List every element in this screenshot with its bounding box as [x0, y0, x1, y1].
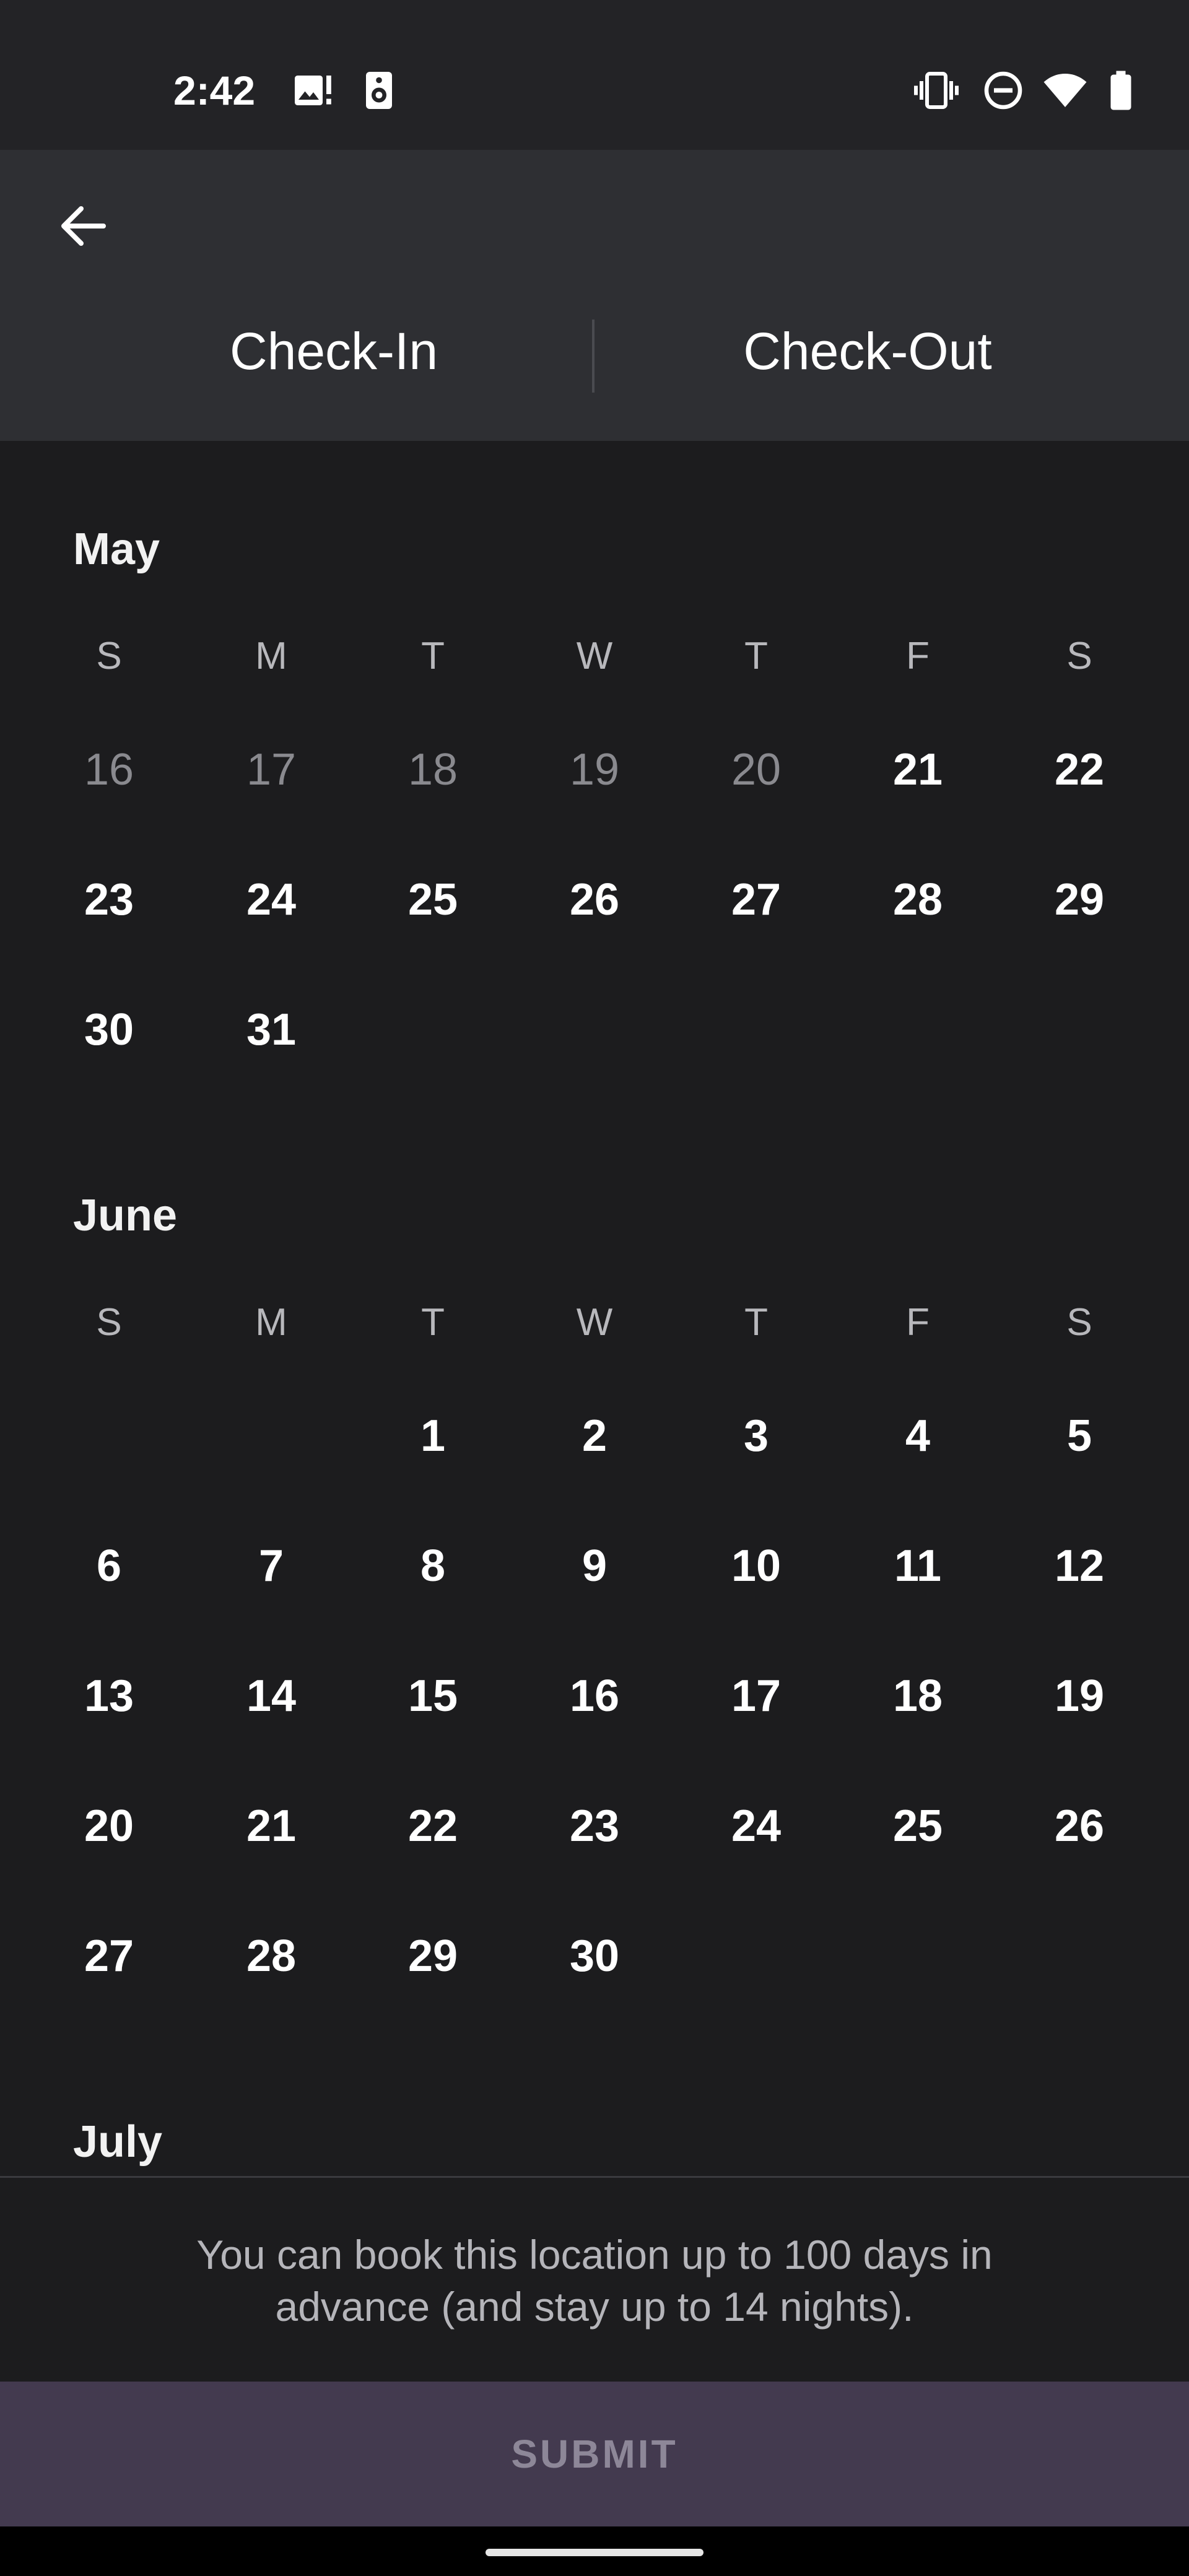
battery-icon	[1099, 67, 1143, 114]
calendar-day[interactable]: 12	[1024, 1520, 1135, 1612]
calendar-day[interactable]: 10	[700, 1520, 812, 1612]
calendar-day[interactable]: 3	[700, 1390, 812, 1482]
calendar-day[interactable]: 27	[700, 853, 812, 946]
calendar-day[interactable]: 19	[1024, 1650, 1135, 1743]
status-time: 2:42	[173, 67, 256, 113]
calendar-day[interactable]: 4	[862, 1390, 973, 1482]
calendar-day[interactable]: 1	[377, 1390, 489, 1482]
image-alert-icon	[291, 67, 336, 114]
weekday-label: T	[744, 1301, 768, 1344]
weekday-label: S	[96, 1301, 122, 1344]
weekday-label: M	[255, 635, 287, 677]
navigation-bar	[0, 2526, 1189, 2576]
calendar-day[interactable]: 26	[1024, 1780, 1135, 1873]
back-button[interactable]	[43, 186, 124, 266]
booking-info-text: You can book this location up to 100 day…	[196, 2232, 993, 2330]
calendar-day[interactable]: 9	[539, 1520, 650, 1612]
calendar-scroll-area[interactable]: May S M T W T F S 16 17 18 19 20 21 22 23 24 25 26 27 28 29 30…	[0, 441, 1189, 2177]
weekday-label: T	[421, 635, 445, 677]
wifi-icon	[1043, 67, 1087, 114]
calendar-day[interactable]: 27	[53, 1910, 165, 2003]
date-selection-header: Check-In Check-Out	[0, 150, 1189, 441]
calendar-day[interactable]: 11	[862, 1520, 973, 1612]
calendar-day[interactable]: 2	[539, 1390, 650, 1482]
calendar-day[interactable]: 24	[216, 853, 327, 946]
weekday-label: S	[1066, 1301, 1092, 1344]
tab-check-in[interactable]: Check-In	[0, 305, 593, 398]
booking-info-panel: You can book this location up to 100 day…	[0, 2178, 1189, 2382]
weekday-label: F	[906, 1301, 930, 1344]
arrow-left-icon	[61, 206, 106, 246]
weekday-label: F	[906, 635, 930, 677]
calendar-day[interactable]: 7	[216, 1520, 327, 1612]
calendar-day[interactable]: 29	[377, 1910, 489, 2003]
calendar-day[interactable]: 16	[539, 1650, 650, 1743]
weekday-label: W	[576, 635, 613, 677]
tab-divider	[592, 320, 594, 393]
weekday-label: W	[576, 1301, 613, 1344]
calendar-day[interactable]: 15	[377, 1650, 489, 1743]
tab-check-out[interactable]: Check-Out	[596, 305, 1189, 398]
calendar-day[interactable]: 14	[216, 1650, 327, 1743]
calendar-day[interactable]: 23	[53, 853, 165, 946]
calendar-day[interactable]: 22	[377, 1780, 489, 1873]
calendar-day[interactable]: 20	[53, 1780, 165, 1873]
calendar-day[interactable]: 6	[53, 1520, 165, 1612]
calendar-day[interactable]: 28	[216, 1910, 327, 2003]
calendar-day[interactable]: 23	[539, 1780, 650, 1873]
calendar-day[interactable]: 18	[862, 1650, 973, 1743]
calendar-day[interactable]: 24	[700, 1780, 812, 1873]
do-not-disturb-icon	[981, 67, 1026, 114]
status-bar: 2:42	[0, 0, 1189, 150]
weekday-label: M	[255, 1301, 287, 1344]
submit-button[interactable]: SUBMIT	[0, 2382, 1189, 2526]
calendar-day[interactable]: 26	[539, 853, 650, 946]
weekday-label: T	[744, 635, 768, 677]
calendar-day[interactable]: 21	[862, 723, 973, 816]
weekday-label: T	[421, 1301, 445, 1344]
calendar-day: 20	[731, 745, 782, 794]
month-title-may: May	[73, 524, 160, 574]
home-indicator[interactable]	[486, 2549, 703, 2556]
calendar-day[interactable]: 8	[377, 1520, 489, 1612]
calendar-day[interactable]: 17	[700, 1650, 812, 1743]
calendar-day: 17	[246, 745, 297, 794]
calendar-day[interactable]: 30	[539, 1910, 650, 2003]
calendar-day[interactable]: 5	[1024, 1390, 1135, 1482]
calendar-day[interactable]: 30	[53, 983, 165, 1076]
calendar-day[interactable]: 31	[216, 983, 327, 1076]
calendar-day[interactable]: 21	[216, 1780, 327, 1873]
calendar-day[interactable]: 28	[862, 853, 973, 946]
calendar-day: 16	[84, 745, 134, 794]
speaker-icon	[357, 67, 401, 114]
weekday-label: S	[1066, 635, 1092, 677]
month-title-july: July	[73, 2117, 163, 2167]
calendar-day[interactable]: 25	[862, 1780, 973, 1873]
calendar-day[interactable]: 25	[377, 853, 489, 946]
weekday-label: S	[96, 635, 122, 677]
calendar-day: 18	[407, 745, 458, 794]
month-title-june: June	[73, 1191, 178, 1240]
vibrate-icon	[914, 67, 959, 114]
calendar-day: 19	[569, 745, 620, 794]
calendar-day[interactable]: 13	[53, 1650, 165, 1743]
calendar-day[interactable]: 29	[1024, 853, 1135, 946]
calendar-day[interactable]: 22	[1024, 723, 1135, 816]
app-root: 2:42 Check-In Check-Out May S M T W T F …	[0, 0, 1189, 2576]
